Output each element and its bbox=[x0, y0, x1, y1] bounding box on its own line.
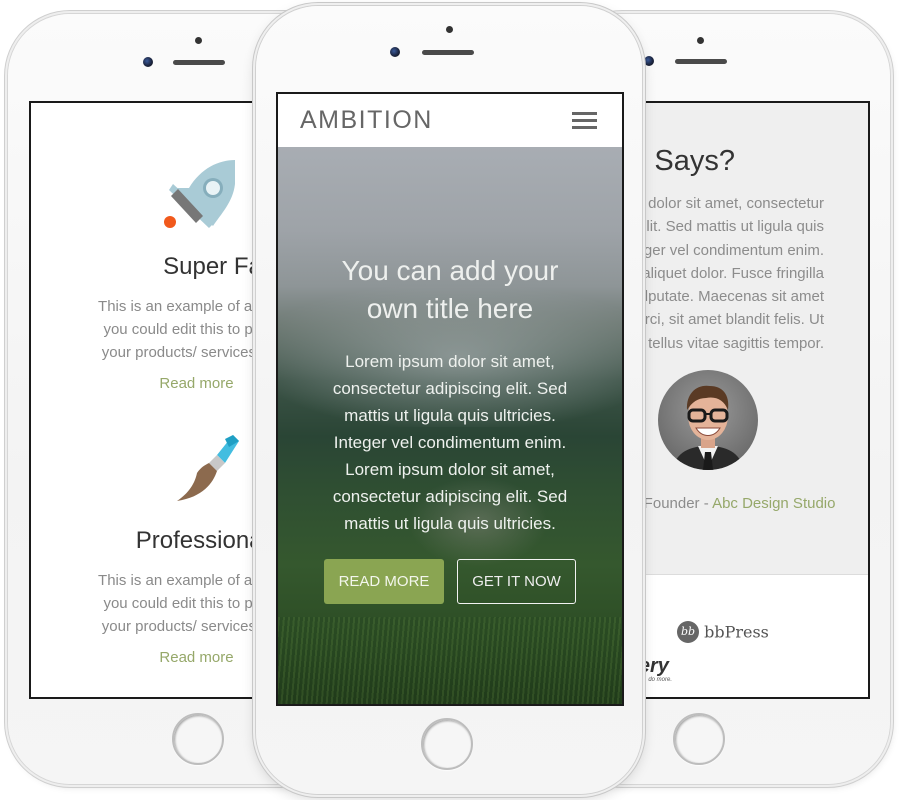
hero-background-grass bbox=[278, 617, 622, 704]
hero-title: You can add your own title here bbox=[341, 255, 559, 324]
site-header: AMBITION bbox=[278, 94, 622, 147]
paintbrush-icon bbox=[169, 433, 239, 510]
hamburger-menu-icon[interactable] bbox=[571, 108, 599, 132]
avatar bbox=[658, 370, 758, 470]
get-it-now-button[interactable]: GET IT NOW bbox=[457, 559, 576, 604]
phone-mockup-center: AMBITION You can add your own title here… bbox=[256, 6, 642, 794]
home-button bbox=[673, 713, 725, 765]
earpiece-speaker bbox=[675, 59, 727, 64]
front-camera-icon bbox=[644, 56, 654, 66]
home-button bbox=[172, 713, 224, 765]
earpiece-speaker bbox=[173, 60, 225, 65]
home-screen: AMBITION You can add your own title here… bbox=[276, 92, 624, 706]
site-logo[interactable]: AMBITION bbox=[300, 106, 433, 135]
proximity-sensor bbox=[195, 37, 202, 44]
front-camera-icon bbox=[390, 47, 400, 57]
hero-description: Lorem ipsum dolor sit amet, consectetur … bbox=[332, 352, 568, 533]
home-button bbox=[421, 718, 473, 770]
author-role: Founder - bbox=[639, 495, 713, 512]
author-company-link[interactable]: Abc Design Studio bbox=[712, 495, 835, 512]
proximity-sensor bbox=[697, 37, 704, 44]
proximity-sensor bbox=[446, 26, 453, 33]
bbpress-logo: bb bbPress bbox=[677, 621, 769, 643]
read-more-button[interactable]: READ MORE bbox=[324, 559, 444, 604]
earpiece-speaker bbox=[422, 50, 474, 55]
hero-section: You can add your own title here Lorem ip… bbox=[278, 147, 622, 704]
front-camera-icon bbox=[143, 57, 153, 67]
rocket-icon bbox=[161, 158, 239, 235]
bbpress-icon: bb bbox=[677, 621, 699, 643]
